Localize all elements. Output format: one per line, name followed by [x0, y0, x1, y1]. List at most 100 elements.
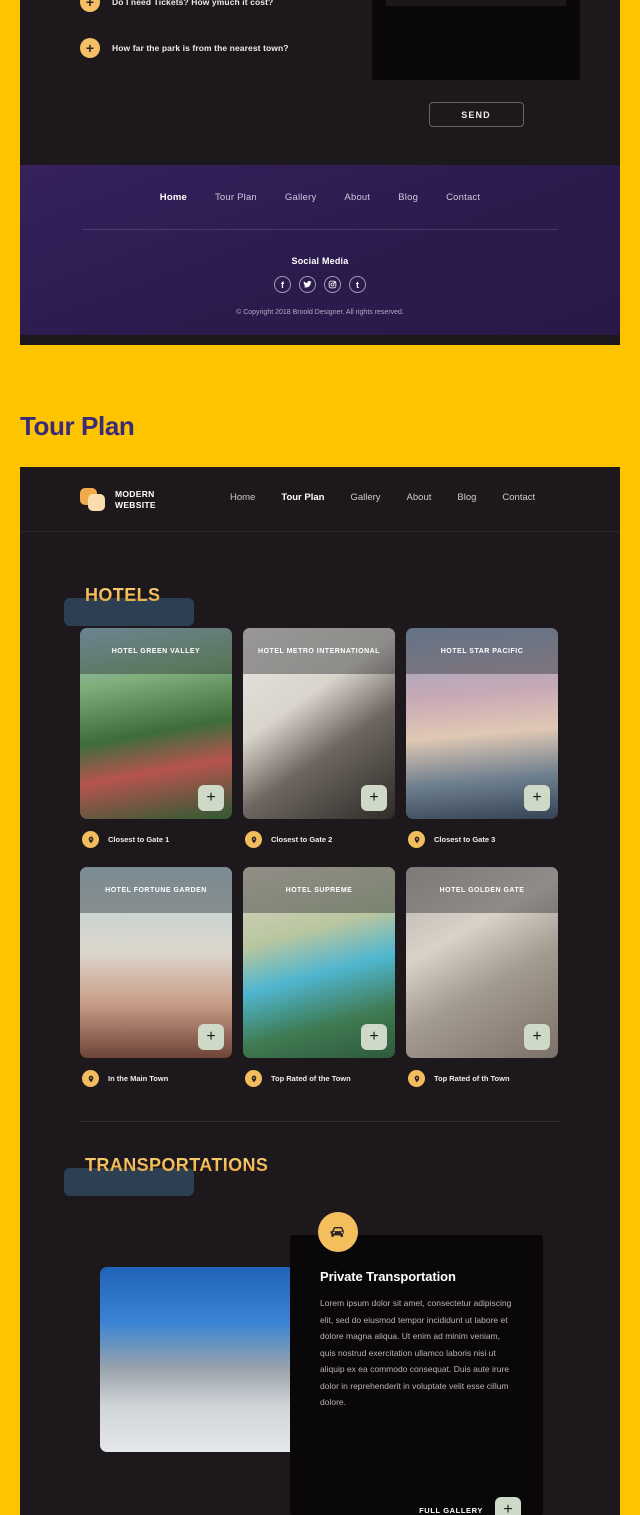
hotel-card-grid: HOTEL GREEN VALLEY + Closest to Gate 1 H…: [20, 628, 620, 1087]
hotel-image: HOTEL FORTUNE GARDEN +: [80, 867, 232, 1058]
transportation-title: Private Transportation: [320, 1269, 456, 1284]
hotel-image: HOTEL SUPREME +: [243, 867, 395, 1058]
hotel-name: HOTEL METRO INTERNATIONAL: [243, 628, 395, 674]
hotel-name: HOTEL SUPREME: [243, 867, 395, 913]
tour-plan-page: MODERN WEBSITE Home Tour Plan Gallery Ab…: [20, 467, 620, 1515]
message-field[interactable]: Message: [386, 0, 566, 6]
send-button[interactable]: SEND: [428, 102, 524, 127]
hotel-card-row: HOTEL FORTUNE GARDEN + In the Main Town …: [80, 867, 560, 1087]
page-title: Tour Plan: [20, 411, 135, 441]
facebook-icon[interactable]: f: [274, 276, 291, 293]
expand-plus-icon[interactable]: +: [198, 1024, 224, 1050]
section-divider: [80, 1121, 560, 1122]
faq-list: + Do I need Tickets? How ymuch it cost? …: [80, 0, 380, 84]
location-pin-icon: [82, 831, 99, 848]
hotel-name: HOTEL GREEN VALLEY: [80, 628, 232, 674]
footer-nav-gallery[interactable]: Gallery: [285, 192, 317, 203]
footer-nav-about[interactable]: About: [344, 192, 370, 203]
transportation-block: Private Transportation Lorem ipsum dolor…: [20, 1210, 620, 1515]
social-media-title: Social Media: [291, 256, 349, 266]
transportations-title: TRANSPORTATIONS: [85, 1155, 269, 1175]
nav-tour-plan[interactable]: Tour Plan: [281, 492, 324, 503]
nav-gallery[interactable]: Gallery: [350, 492, 380, 503]
hotel-location: Closest to Gate 2: [271, 835, 333, 844]
hotel-location: Closest to Gate 3: [434, 835, 496, 844]
twitter-icon[interactable]: [299, 276, 316, 293]
hotel-card[interactable]: HOTEL SUPREME + Top Rated of the Town: [243, 867, 395, 1087]
hotel-location: Closest to Gate 1: [108, 835, 170, 844]
full-gallery-row[interactable]: FULL GALLERY +: [290, 1497, 543, 1515]
expand-plus-icon[interactable]: +: [524, 1024, 550, 1050]
footer-nav-blog[interactable]: Blog: [398, 192, 418, 203]
folder-stack-logo-icon: [80, 488, 106, 512]
location-pin-icon: [245, 831, 262, 848]
brand-line-2: WEBSITE: [115, 500, 156, 510]
expand-plus-icon[interactable]: +: [361, 1024, 387, 1050]
brand-logo[interactable]: MODERN WEBSITE: [80, 488, 156, 512]
hotel-image: HOTEL METRO INTERNATIONAL +: [243, 628, 395, 819]
nav-contact[interactable]: Contact: [502, 492, 535, 503]
hotel-card[interactable]: HOTEL STAR PACIFIC + Closest to Gate 3: [406, 628, 558, 848]
location-pin-icon: [245, 1070, 262, 1087]
hotel-card[interactable]: HOTEL GOLDEN GATE + Top Rated of th Town: [406, 867, 558, 1087]
hotel-card-row: HOTEL GREEN VALLEY + Closest to Gate 1 H…: [80, 628, 560, 848]
hotel-image: HOTEL GOLDEN GATE +: [406, 867, 558, 1058]
hotel-meta: Closest to Gate 3: [406, 819, 558, 848]
gallery-plus-icon[interactable]: +: [495, 1497, 521, 1515]
hotel-card[interactable]: HOTEL FORTUNE GARDEN + In the Main Town: [80, 867, 232, 1087]
brand-name: MODERN WEBSITE: [115, 489, 156, 510]
faq-item[interactable]: + How far the park is from the nearest t…: [80, 38, 380, 58]
expand-plus-icon[interactable]: +: [361, 785, 387, 811]
hotel-image: HOTEL GREEN VALLEY +: [80, 628, 232, 819]
footer-nav-home[interactable]: Home: [160, 192, 187, 203]
hotel-name: HOTEL GOLDEN GATE: [406, 867, 558, 913]
instagram-icon[interactable]: [324, 276, 341, 293]
full-gallery-label: FULL GALLERY: [419, 1505, 483, 1515]
tumblr-icon[interactable]: t: [349, 276, 366, 293]
hotels-title: HOTELS: [85, 585, 161, 605]
header-divider: [20, 531, 620, 532]
faq-question: Do I need Tickets? How ymuch it cost?: [112, 0, 274, 7]
nav-about[interactable]: About: [407, 492, 432, 503]
hotel-meta: Top Rated of th Town: [406, 1058, 558, 1087]
hotel-meta: Top Rated of the Town: [243, 1058, 395, 1087]
site-header: MODERN WEBSITE Home Tour Plan Gallery Ab…: [20, 467, 620, 532]
site-footer: Home Tour Plan Gallery About Blog Contac…: [20, 165, 620, 335]
hotel-meta: Closest to Gate 2: [243, 819, 395, 848]
nav-blog[interactable]: Blog: [457, 492, 476, 503]
nav-home[interactable]: Home: [230, 492, 255, 503]
location-pin-icon: [408, 1070, 425, 1087]
hotel-location: In the Main Town: [108, 1074, 169, 1083]
hotel-card[interactable]: HOTEL METRO INTERNATIONAL + Closest to G…: [243, 628, 395, 848]
expand-plus-icon[interactable]: +: [524, 785, 550, 811]
hotels-section-heading: HOTELS: [20, 580, 620, 628]
transportations-section-heading: TRANSPORTATIONS: [20, 1150, 620, 1198]
brand-line-1: MODERN: [115, 489, 155, 500]
hotel-meta: In the Main Town: [80, 1058, 232, 1087]
contact-form: Message SEND: [372, 0, 580, 127]
faq-question: How far the park is from the nearest tow…: [112, 43, 289, 53]
transportation-card: Private Transportation Lorem ipsum dolor…: [290, 1235, 543, 1515]
main-nav: Home Tour Plan Gallery About Blog Contac…: [230, 492, 535, 503]
car-icon: [318, 1212, 358, 1252]
location-pin-icon: [408, 831, 425, 848]
hotel-image: HOTEL STAR PACIFIC +: [406, 628, 558, 819]
social-icon-list: f t: [20, 276, 620, 293]
expand-plus-icon[interactable]: +: [198, 785, 224, 811]
footer-nav-contact[interactable]: Contact: [446, 192, 480, 203]
hotel-name: HOTEL FORTUNE GARDEN: [80, 867, 232, 913]
hotel-meta: Closest to Gate 1: [80, 819, 232, 848]
hotel-card[interactable]: HOTEL GREEN VALLEY + Closest to Gate 1: [80, 628, 232, 848]
footer-divider: [82, 229, 558, 230]
faq-item[interactable]: + Do I need Tickets? How ymuch it cost?: [80, 0, 380, 12]
plus-icon[interactable]: +: [80, 38, 100, 58]
plus-icon[interactable]: +: [80, 0, 100, 12]
transportation-body: Lorem ipsum dolor sit amet, consectetur …: [320, 1298, 512, 1408]
copyright-text: © Copyright 2018 Broold Designer. All ri…: [236, 309, 404, 316]
footer-nav: Home Tour Plan Gallery About Blog Contac…: [20, 165, 620, 203]
hotel-location: Top Rated of th Town: [434, 1074, 510, 1083]
footer-nav-tour-plan[interactable]: Tour Plan: [215, 192, 257, 203]
hotel-name: HOTEL STAR PACIFIC: [406, 628, 558, 674]
hotel-location: Top Rated of the Town: [271, 1074, 351, 1083]
location-pin-icon: [82, 1070, 99, 1087]
